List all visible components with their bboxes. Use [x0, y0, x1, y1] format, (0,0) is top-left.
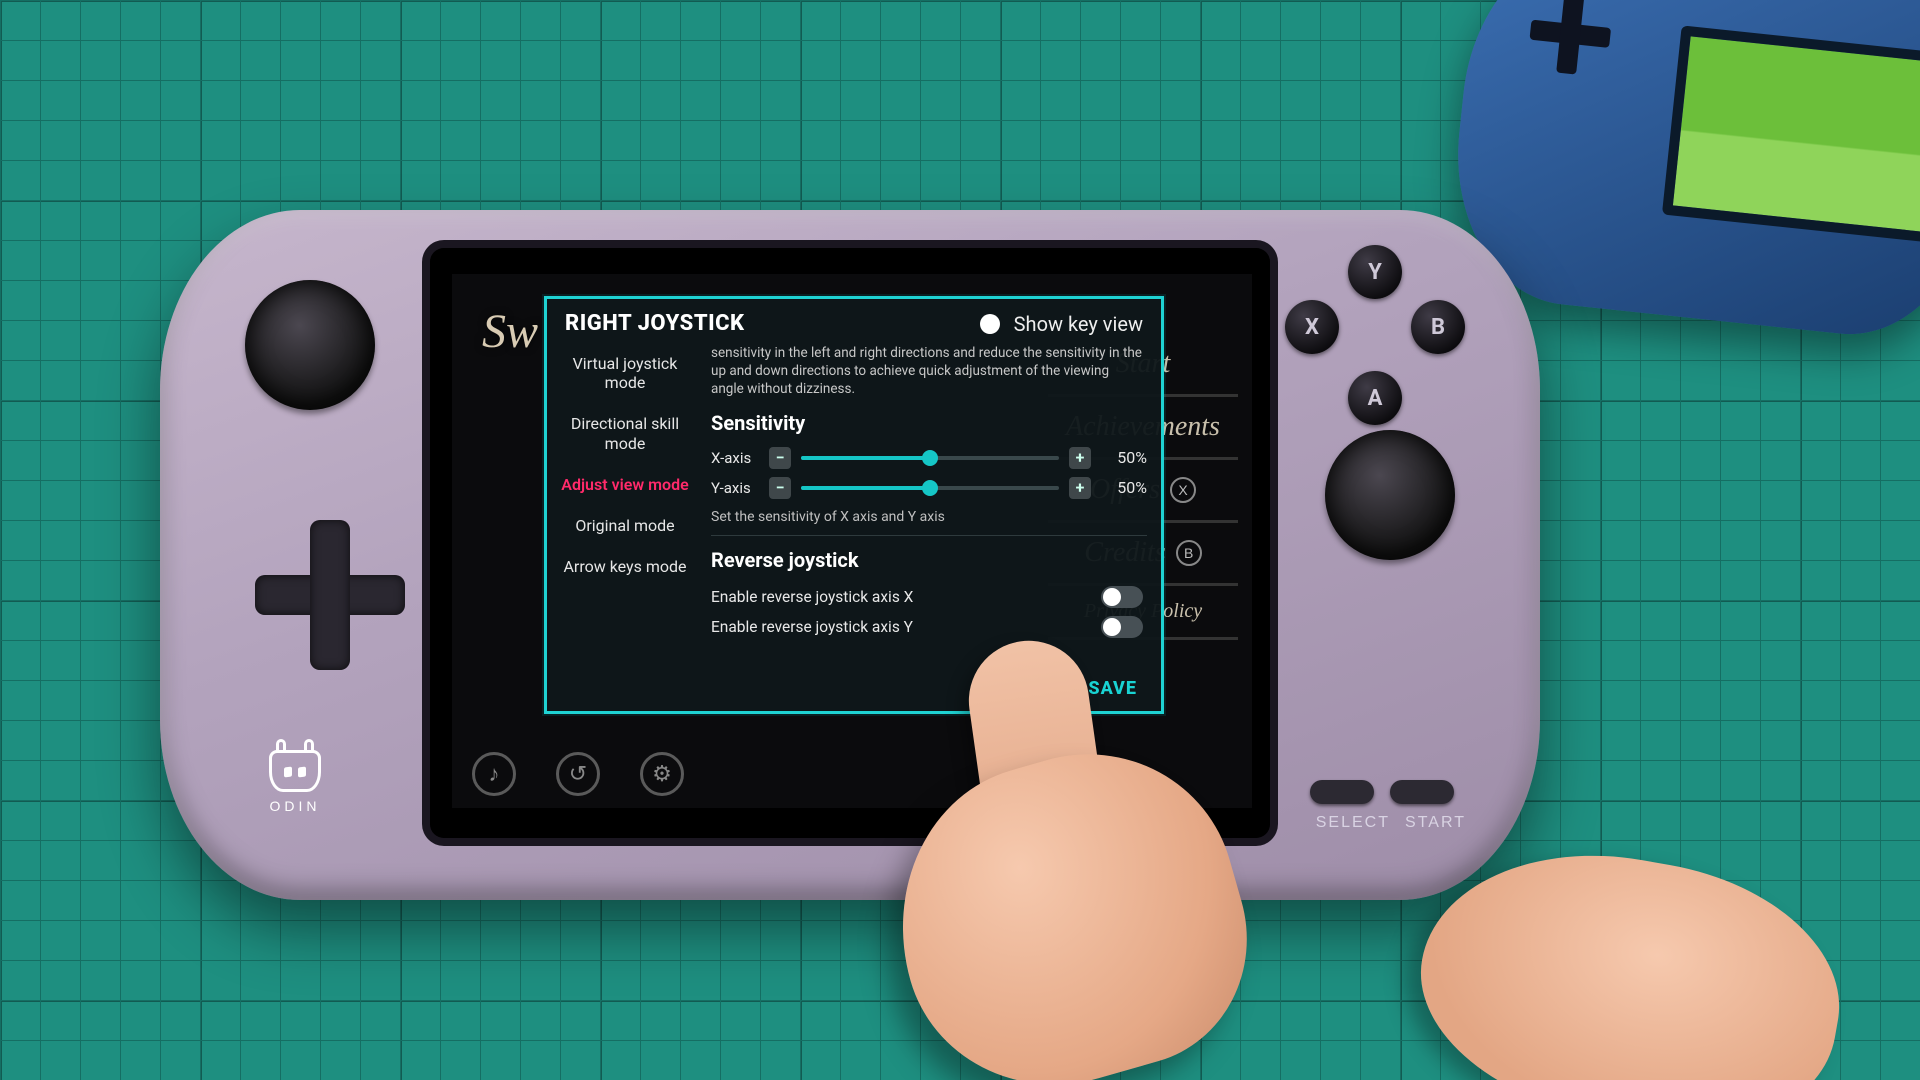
face-button-b: B [1411, 300, 1465, 354]
x-axis-row: X-axis − + 50% [709, 443, 1149, 473]
reverse-heading: Reverse joystick [711, 548, 1149, 572]
mode-arrow-keys[interactable]: Arrow keys mode [551, 553, 699, 580]
y-plus-button[interactable]: + [1069, 477, 1091, 499]
x-plus-button[interactable]: + [1069, 447, 1091, 469]
x-axis-slider[interactable] [801, 450, 1059, 466]
start-button-pill [1390, 780, 1454, 804]
section-divider [711, 535, 1147, 536]
left-joystick [245, 280, 375, 410]
start-label: START [1405, 814, 1466, 832]
odin-logo: ODIN [260, 750, 330, 830]
dpad [255, 520, 405, 670]
music-icon[interactable]: ♪ [472, 752, 516, 796]
game-logo-text: Sw [482, 304, 538, 359]
y-minus-button[interactable]: − [769, 477, 791, 499]
show-key-view-toggle[interactable]: Show key view [980, 312, 1143, 336]
y-axis-label: Y-axis [711, 479, 759, 497]
x-slider-knob[interactable] [922, 450, 938, 466]
settings-panel: sensitivity in the left and right direct… [699, 344, 1149, 664]
odin-logo-text: ODIN [260, 798, 330, 814]
y-slider-knob[interactable] [922, 480, 938, 496]
y-axis-row: Y-axis − + 50% [709, 473, 1149, 503]
x-minus-button[interactable]: − [769, 447, 791, 469]
reverse-y-toggle[interactable] [1101, 616, 1143, 638]
face-button-x: X [1285, 300, 1339, 354]
y-axis-slider[interactable] [801, 480, 1059, 496]
right-joystick [1325, 430, 1455, 560]
show-key-view-label: Show key view [1014, 312, 1143, 336]
reverse-x-label: Enable reverse joystick axis X [711, 588, 913, 606]
mode-description: sensitivity in the left and right direct… [709, 344, 1149, 407]
rewind-icon[interactable]: ↺ [556, 752, 600, 796]
mode-directional-skill[interactable]: Directional skill mode [551, 410, 699, 456]
offers-badge-icon: X [1170, 477, 1196, 503]
face-buttons: Y X B A [1285, 245, 1465, 425]
radio-icon [980, 314, 1000, 334]
dialog-title: RIGHT JOYSTICK [565, 311, 745, 336]
reverse-x-toggle[interactable] [1101, 586, 1143, 608]
face-button-y: Y [1348, 245, 1402, 299]
right-joystick-dialog: RIGHT JOYSTICK Show key view Virtual joy… [544, 296, 1164, 714]
mode-virtual-joystick[interactable]: Virtual joystick mode [551, 350, 699, 396]
screen-bezel: Sw Start Achievements Offers X Credits B… [430, 248, 1270, 838]
mode-original[interactable]: Original mode [551, 512, 699, 539]
save-button[interactable]: SAVE [1088, 678, 1137, 699]
x-slider-fill [801, 456, 930, 460]
x-axis-value: 50% [1101, 448, 1147, 467]
select-button-pill [1310, 780, 1374, 804]
handheld-device: Y X B A SELECT START ODIN Sw Start Achie… [160, 210, 1540, 900]
y-slider-fill [801, 486, 930, 490]
sensitivity-heading: Sensitivity [711, 411, 1149, 435]
x-axis-label: X-axis [711, 449, 759, 467]
settings-icon[interactable]: ⚙ [640, 752, 684, 796]
y-axis-value: 50% [1101, 478, 1147, 497]
face-button-a: A [1348, 371, 1402, 425]
credits-badge-icon: B [1176, 540, 1202, 566]
mode-adjust-view[interactable]: Adjust view mode [551, 471, 699, 498]
select-label: SELECT [1316, 814, 1390, 832]
sensitivity-hint: Set the sensitivity of X axis and Y axis [711, 509, 1149, 525]
reverse-y-label: Enable reverse joystick axis Y [711, 618, 913, 636]
screen: Sw Start Achievements Offers X Credits B… [452, 274, 1252, 808]
mode-list: Virtual joystick mode Directional skill … [551, 344, 699, 664]
